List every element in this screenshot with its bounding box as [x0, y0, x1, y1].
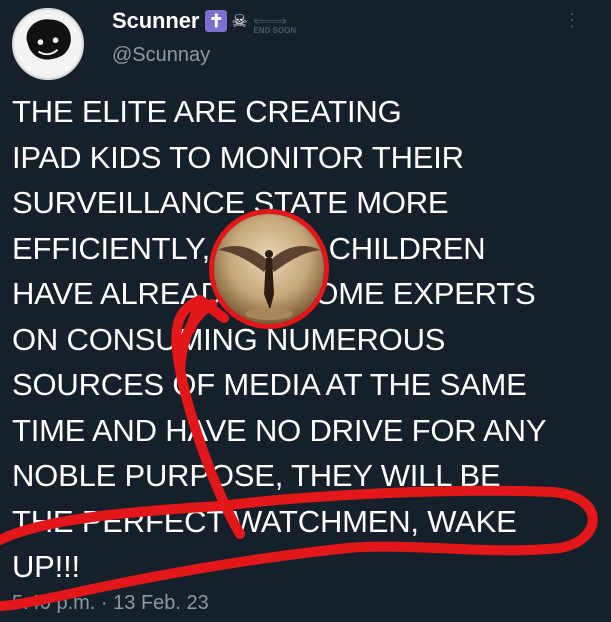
tweet-header: Scunner ✝ ☠ ⟸⟹ END SOON @Scunnay ⋮: [112, 6, 582, 74]
user-handle[interactable]: @Scunnay: [112, 44, 582, 67]
user-avatar[interactable]: [12, 8, 84, 80]
display-name[interactable]: Scunner: [112, 8, 199, 34]
cross-icon: ✝: [205, 10, 228, 32]
more-vertical-icon[interactable]: ⋮: [562, 8, 582, 32]
skull-icon: ☠: [231, 11, 248, 31]
winged-angel-image: [209, 209, 329, 329]
end-soon-badge: ⟸⟹ END SOON: [253, 15, 296, 35]
tweet-card: Scunner ✝ ☠ ⟸⟹ END SOON @Scunnay ⋮ THE E…: [0, 0, 611, 622]
name-row: Scunner ✝ ☠ ⟸⟹ END SOON: [112, 6, 582, 36]
tweet-timestamp[interactable]: 5:40 p.m. · 13 Feb. 23: [12, 592, 209, 615]
angel-icon: [214, 214, 324, 324]
end-soon-label: END SOON: [253, 26, 297, 35]
tweet-text: THE ELITE ARE CREATING IPAD KIDS TO MONI…: [12, 94, 547, 584]
scribble-face-icon: [15, 11, 81, 77]
